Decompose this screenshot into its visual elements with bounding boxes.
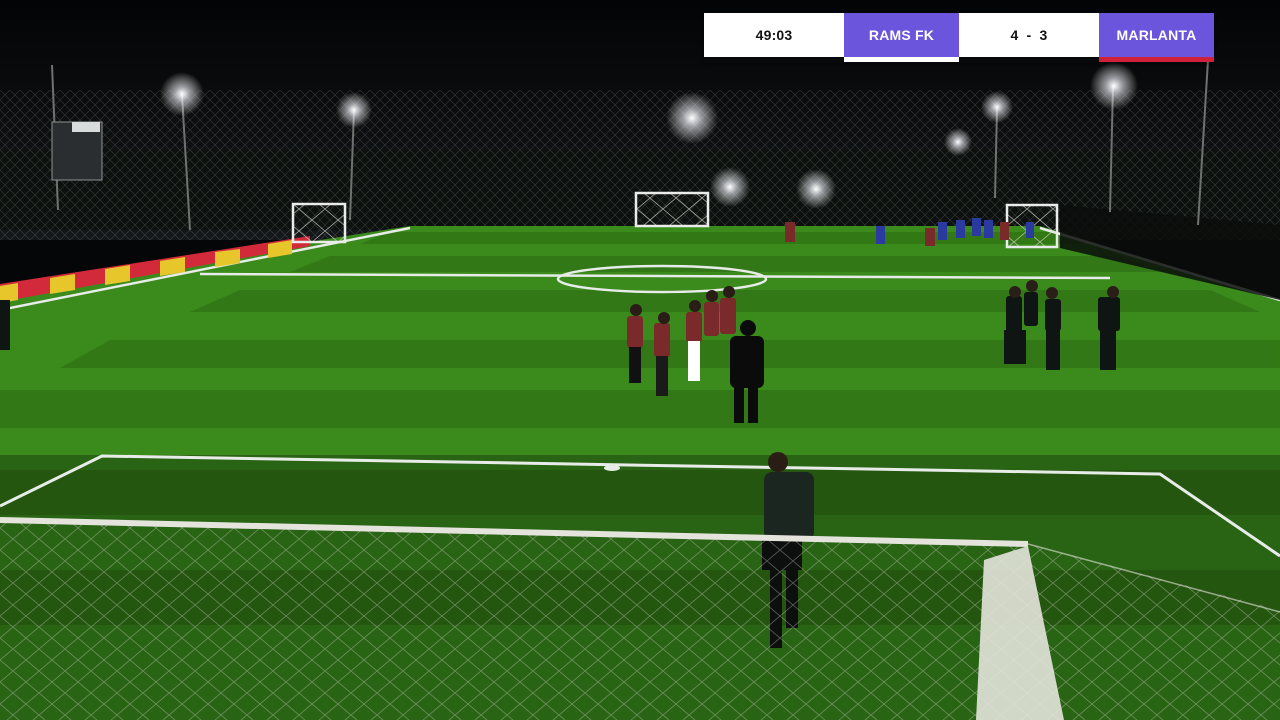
pitch-scene (0, 0, 1280, 720)
away-team-name: MARLANTA (1099, 13, 1214, 57)
match-clock: 49:03 (704, 13, 844, 63)
video-frame: 49:03 RAMS FK 4 - 3 MARLANTA (0, 0, 1280, 720)
score-block: 4 - 3 (959, 13, 1099, 63)
home-team-color-bar (844, 57, 959, 62)
sideline-player (0, 300, 10, 350)
match-score: 4 - 3 (959, 13, 1099, 57)
away-team-block: MARLANTA (1099, 13, 1214, 63)
match-time: 49:03 (704, 13, 844, 57)
away-team-color-bar (1099, 57, 1214, 62)
penalty-spot (604, 465, 620, 471)
home-team-name: RAMS FK (844, 13, 959, 57)
home-team-block: RAMS FK (844, 13, 959, 63)
scoreboard: 49:03 RAMS FK 4 - 3 MARLANTA (704, 13, 1214, 63)
